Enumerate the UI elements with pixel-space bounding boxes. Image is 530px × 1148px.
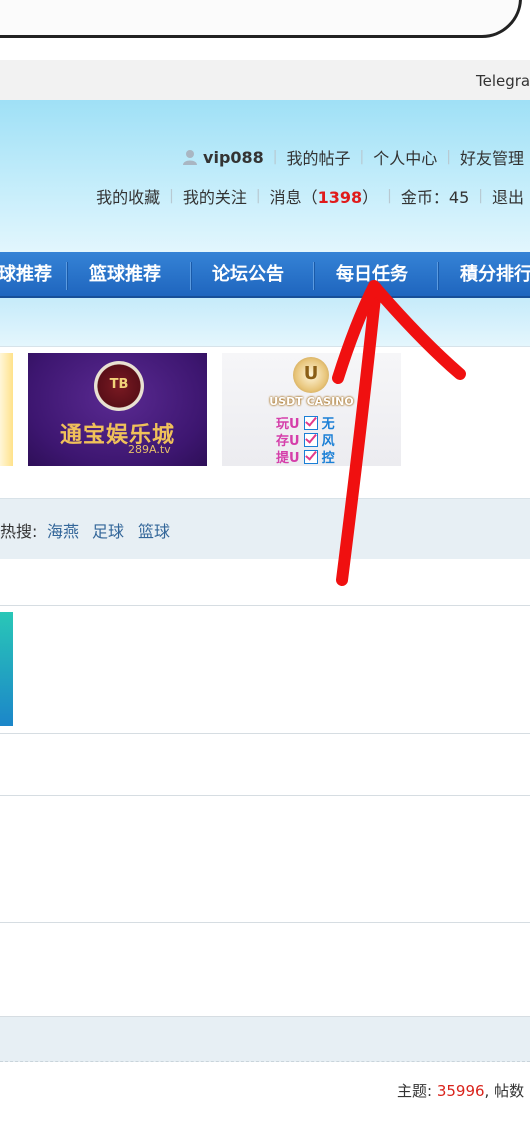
user-icon <box>183 150 198 165</box>
coins-label: 金币： <box>400 188 449 207</box>
nav-item-points-ranking[interactable]: 積分排行 <box>460 252 530 298</box>
banner-ad-tongbao[interactable]: TB 通宝娱乐城 289A.tv <box>28 353 207 466</box>
friends-link[interactable]: 好友管理 <box>460 145 524 169</box>
logout-link[interactable]: 退出 <box>492 184 524 208</box>
my-posts-link[interactable]: 我的帖子 <box>287 145 351 169</box>
usdt-line: 提U 控 <box>276 450 335 466</box>
tongbao-url: 289A.tv <box>128 443 171 456</box>
nav-item-basketball[interactable]: 篮球推荐 <box>89 252 161 298</box>
top-info-strip: Telegra <box>0 60 530 101</box>
nav-separator <box>437 262 438 290</box>
nav-subband <box>0 298 530 347</box>
separator: | <box>169 188 174 204</box>
usdt-title: USDT CASINO <box>269 395 354 408</box>
coins-value: 45 <box>448 188 470 207</box>
messages-label: 消息（ <box>269 188 318 207</box>
messages-close: ） <box>362 188 379 207</box>
nav-item-daily-tasks[interactable]: 每日任务 <box>336 252 408 298</box>
banner-ad-partial[interactable] <box>0 353 13 466</box>
messages-link[interactable]: 消息（1398） <box>270 184 379 208</box>
username[interactable]: vip088 <box>203 148 264 167</box>
separator: | <box>387 188 392 204</box>
hot-search-label: 热搜: <box>0 522 38 541</box>
main-nav: 球推荐 篮球推荐 论坛公告 每日任务 積分排行 <box>0 252 530 298</box>
forum-thumbnail[interactable] <box>0 612 13 726</box>
separator: | <box>272 149 278 165</box>
separator: | <box>446 149 451 165</box>
forum-stats: 主题: 35996, 帖数 <box>397 1080 524 1101</box>
user-links-row-2: 我的收藏 | 我的关注 | 消息（1398） | 金币：45 | 退出 <box>96 184 524 208</box>
separator: | <box>359 149 365 165</box>
casino-chip-logo: TB <box>94 361 144 411</box>
profile-link[interactable]: 个人中心 <box>373 145 437 169</box>
nav-item-announcements[interactable]: 论坛公告 <box>212 252 284 298</box>
nav-separator <box>313 262 314 290</box>
row-divider <box>0 795 530 796</box>
row-divider <box>0 733 530 734</box>
nav-item-recommend[interactable]: 球推荐 <box>0 252 52 298</box>
tongbao-name: 通宝娱乐城 <box>59 422 175 448</box>
posts-label: , 帖数 <box>484 1082 525 1100</box>
topics-label: 主题: <box>397 1082 437 1100</box>
tb-logo-text: TB <box>109 377 129 392</box>
separator: | <box>255 188 261 204</box>
row-divider <box>0 922 530 923</box>
telegram-link[interactable]: Telegra <box>476 72 530 90</box>
hot-search-term[interactable]: 足球 <box>92 518 124 542</box>
section-footer-band <box>0 1016 530 1062</box>
usdt-coin-logo: U <box>293 357 329 393</box>
check-icon <box>303 450 318 464</box>
topics-count: 35996 <box>436 1082 485 1100</box>
separator: | <box>478 188 483 204</box>
row-divider <box>0 605 530 606</box>
coins-info[interactable]: 金币：45 <box>401 184 469 208</box>
top-card-fragment <box>0 0 522 38</box>
messages-count: 1398 <box>317 188 363 207</box>
check-icon <box>303 433 318 447</box>
hot-search-bar: 热搜: 海燕 足球 篮球 <box>0 498 530 559</box>
site-header: vip088 | 我的帖子 | 个人中心 | 好友管理 我的收藏 | 我的关注 … <box>0 100 530 252</box>
nav-separator <box>66 262 67 290</box>
banner-ad-usdt-casino[interactable]: U USDT CASINO 玩U 无 存U 风 提U 控 <box>222 353 401 466</box>
follows-link[interactable]: 我的关注 <box>183 184 247 208</box>
nav-separator <box>190 262 191 290</box>
check-icon <box>303 416 318 430</box>
user-links-row-1: vip088 | 我的帖子 | 个人中心 | 好友管理 <box>181 145 524 169</box>
favorites-link[interactable]: 我的收藏 <box>96 184 160 208</box>
hot-search-term[interactable]: 篮球 <box>138 518 170 542</box>
hot-search-term[interactable]: 海燕 <box>47 518 79 542</box>
